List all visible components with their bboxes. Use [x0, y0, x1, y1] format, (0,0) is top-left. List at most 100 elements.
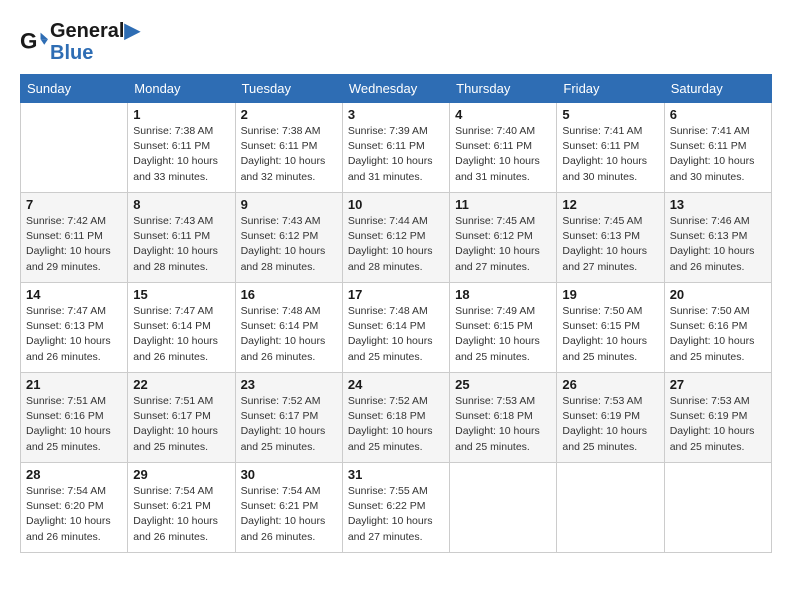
day-number: 7 [26, 197, 122, 212]
day-number: 31 [348, 467, 444, 482]
calendar-cell [450, 463, 557, 553]
day-info: Sunrise: 7:50 AMSunset: 6:16 PMDaylight:… [670, 304, 766, 365]
calendar-cell: 12 Sunrise: 7:45 AMSunset: 6:13 PMDayligh… [557, 193, 664, 283]
day-number: 9 [241, 197, 337, 212]
calendar-cell: 5 Sunrise: 7:41 AMSunset: 6:11 PMDaylight… [557, 103, 664, 193]
calendar-cell: 30 Sunrise: 7:54 AMSunset: 6:21 PMDayligh… [235, 463, 342, 553]
day-number: 5 [562, 107, 658, 122]
calendar-cell [664, 463, 771, 553]
day-number: 6 [670, 107, 766, 122]
day-number: 10 [348, 197, 444, 212]
day-info: Sunrise: 7:45 AMSunset: 6:12 PMDaylight:… [455, 214, 551, 275]
day-number: 14 [26, 287, 122, 302]
page-header: G General▶ Blue [20, 20, 772, 64]
calendar-cell: 2Sunrise: 7:38 AMSunset: 6:11 PMDaylight… [235, 103, 342, 193]
calendar-cell: 9 Sunrise: 7:43 AMSunset: 6:12 PMDaylight… [235, 193, 342, 283]
day-info: Sunrise: 7:52 AMSunset: 6:17 PMDaylight:… [241, 394, 337, 455]
day-info: Sunrise: 7:41 AMSunset: 6:11 PMDaylight:… [562, 124, 658, 185]
logo-icon: G [20, 28, 48, 56]
day-number: 3 [348, 107, 444, 122]
calendar-cell: 27 Sunrise: 7:53 AMSunset: 6:19 PMDayligh… [664, 373, 771, 463]
weekday-header-saturday: Saturday [664, 75, 771, 103]
day-number: 19 [562, 287, 658, 302]
weekday-header-friday: Friday [557, 75, 664, 103]
day-info: Sunrise: 7:50 AMSunset: 6:15 PMDaylight:… [562, 304, 658, 365]
calendar-cell: 6 Sunrise: 7:41 AMSunset: 6:11 PMDaylight… [664, 103, 771, 193]
calendar-cell: 21 Sunrise: 7:51 AMSunset: 6:16 PMDayligh… [21, 373, 128, 463]
day-info: Sunrise: 7:40 AMSunset: 6:11 PMDaylight:… [455, 124, 551, 185]
calendar-cell: 14 Sunrise: 7:47 AMSunset: 6:13 PMDayligh… [21, 283, 128, 373]
day-info: Sunrise: 7:45 AMSunset: 6:13 PMDaylight:… [562, 214, 658, 275]
day-info: Sunrise: 7:39 AMSunset: 6:11 PMDaylight:… [348, 124, 444, 185]
day-info: Sunrise: 7:51 AMSunset: 6:17 PMDaylight:… [133, 394, 229, 455]
day-info: Sunrise: 7:49 AMSunset: 6:15 PMDaylight:… [455, 304, 551, 365]
day-info: Sunrise: 7:42 AMSunset: 6:11 PMDaylight:… [26, 214, 122, 275]
day-info: Sunrise: 7:53 AMSunset: 6:19 PMDaylight:… [670, 394, 766, 455]
week-row-3: 14 Sunrise: 7:47 AMSunset: 6:13 PMDayligh… [21, 283, 772, 373]
day-info: Sunrise: 7:51 AMSunset: 6:16 PMDaylight:… [26, 394, 122, 455]
day-info: Sunrise: 7:43 AMSunset: 6:12 PMDaylight:… [241, 214, 337, 275]
week-row-1: 1Sunrise: 7:38 AMSunset: 6:11 PMDaylight… [21, 103, 772, 193]
weekday-header-thursday: Thursday [450, 75, 557, 103]
calendar-cell: 31 Sunrise: 7:55 AMSunset: 6:22 PMDayligh… [342, 463, 449, 553]
calendar-cell: 19 Sunrise: 7:50 AMSunset: 6:15 PMDayligh… [557, 283, 664, 373]
calendar-cell: 25 Sunrise: 7:53 AMSunset: 6:18 PMDayligh… [450, 373, 557, 463]
day-number: 17 [348, 287, 444, 302]
svg-text:G: G [20, 29, 37, 54]
calendar-cell: 13 Sunrise: 7:46 AMSunset: 6:13 PMDayligh… [664, 193, 771, 283]
calendar-cell: 26Sunrise: 7:53 AMSunset: 6:19 PMDayligh… [557, 373, 664, 463]
day-number: 25 [455, 377, 551, 392]
calendar-cell: 24Sunrise: 7:52 AMSunset: 6:18 PMDayligh… [342, 373, 449, 463]
day-number: 16 [241, 287, 337, 302]
calendar-cell [557, 463, 664, 553]
logo: G General▶ Blue [20, 20, 140, 64]
day-number: 21 [26, 377, 122, 392]
day-info: Sunrise: 7:47 AMSunset: 6:14 PMDaylight:… [133, 304, 229, 365]
day-number: 27 [670, 377, 766, 392]
day-number: 30 [241, 467, 337, 482]
day-info: Sunrise: 7:54 AMSunset: 6:21 PMDaylight:… [133, 484, 229, 545]
weekday-header-wednesday: Wednesday [342, 75, 449, 103]
day-number: 29 [133, 467, 229, 482]
calendar-cell: 11 Sunrise: 7:45 AMSunset: 6:12 PMDayligh… [450, 193, 557, 283]
day-info: Sunrise: 7:44 AMSunset: 6:12 PMDaylight:… [348, 214, 444, 275]
calendar-cell: 8Sunrise: 7:43 AMSunset: 6:11 PMDaylight… [128, 193, 235, 283]
calendar-cell: 16 Sunrise: 7:48 AMSunset: 6:14 PMDayligh… [235, 283, 342, 373]
day-number: 11 [455, 197, 551, 212]
day-info: Sunrise: 7:54 AMSunset: 6:20 PMDaylight:… [26, 484, 122, 545]
calendar-cell: 18 Sunrise: 7:49 AMSunset: 6:15 PMDayligh… [450, 283, 557, 373]
weekday-header-row: SundayMondayTuesdayWednesdayThursdayFrid… [21, 75, 772, 103]
calendar-cell: 15 Sunrise: 7:47 AMSunset: 6:14 PMDayligh… [128, 283, 235, 373]
day-number: 28 [26, 467, 122, 482]
day-number: 13 [670, 197, 766, 212]
day-info: Sunrise: 7:48 AMSunset: 6:14 PMDaylight:… [241, 304, 337, 365]
calendar-cell [21, 103, 128, 193]
calendar-cell: 1Sunrise: 7:38 AMSunset: 6:11 PMDaylight… [128, 103, 235, 193]
week-row-2: 7 Sunrise: 7:42 AMSunset: 6:11 PMDaylight… [21, 193, 772, 283]
day-number: 15 [133, 287, 229, 302]
calendar-cell: 28 Sunrise: 7:54 AMSunset: 6:20 PMDayligh… [21, 463, 128, 553]
calendar-cell: 4Sunrise: 7:40 AMSunset: 6:11 PMDaylight… [450, 103, 557, 193]
week-row-5: 28 Sunrise: 7:54 AMSunset: 6:20 PMDayligh… [21, 463, 772, 553]
calendar-cell: 20 Sunrise: 7:50 AMSunset: 6:16 PMDayligh… [664, 283, 771, 373]
day-info: Sunrise: 7:55 AMSunset: 6:22 PMDaylight:… [348, 484, 444, 545]
weekday-header-tuesday: Tuesday [235, 75, 342, 103]
day-info: Sunrise: 7:53 AMSunset: 6:18 PMDaylight:… [455, 394, 551, 455]
day-number: 12 [562, 197, 658, 212]
day-info: Sunrise: 7:43 AMSunset: 6:11 PMDaylight:… [133, 214, 229, 275]
day-info: Sunrise: 7:47 AMSunset: 6:13 PMDaylight:… [26, 304, 122, 365]
calendar-cell: 3 Sunrise: 7:39 AMSunset: 6:11 PMDaylight… [342, 103, 449, 193]
day-info: Sunrise: 7:46 AMSunset: 6:13 PMDaylight:… [670, 214, 766, 275]
day-number: 20 [670, 287, 766, 302]
calendar-cell: 22Sunrise: 7:51 AMSunset: 6:17 PMDayligh… [128, 373, 235, 463]
day-info: Sunrise: 7:54 AMSunset: 6:21 PMDaylight:… [241, 484, 337, 545]
day-number: 26 [562, 377, 658, 392]
week-row-4: 21 Sunrise: 7:51 AMSunset: 6:16 PMDayligh… [21, 373, 772, 463]
calendar-cell: 10 Sunrise: 7:44 AMSunset: 6:12 PMDayligh… [342, 193, 449, 283]
day-info: Sunrise: 7:41 AMSunset: 6:11 PMDaylight:… [670, 124, 766, 185]
calendar-cell: 17Sunrise: 7:48 AMSunset: 6:14 PMDayligh… [342, 283, 449, 373]
day-info: Sunrise: 7:38 AMSunset: 6:11 PMDaylight:… [241, 124, 337, 185]
calendar-cell: 23Sunrise: 7:52 AMSunset: 6:17 PMDayligh… [235, 373, 342, 463]
calendar-cell: 29 Sunrise: 7:54 AMSunset: 6:21 PMDayligh… [128, 463, 235, 553]
day-number: 18 [455, 287, 551, 302]
